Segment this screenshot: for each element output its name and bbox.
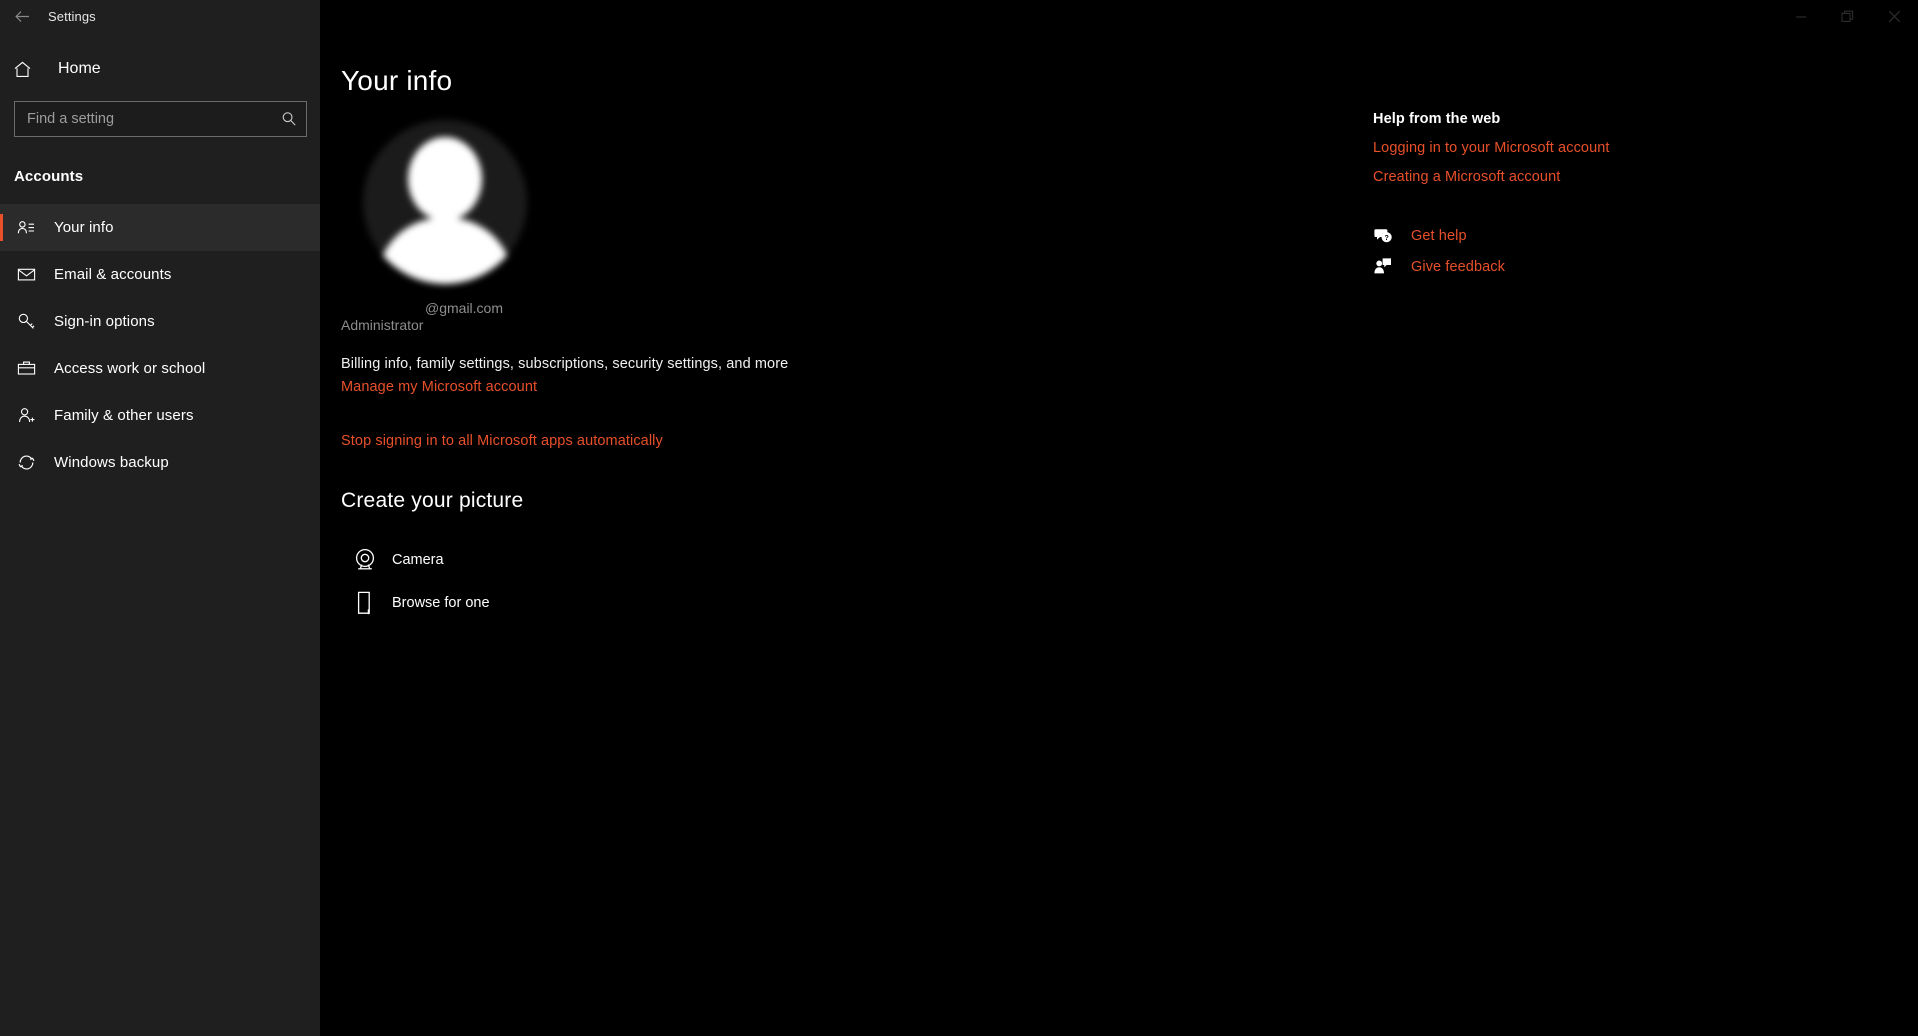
feedback-person-icon: [1373, 257, 1399, 276]
manage-microsoft-account-link[interactable]: Manage my Microsoft account: [341, 379, 537, 395]
avatar-shoulders: [377, 218, 513, 284]
picture-option-browse[interactable]: Browse for one: [347, 581, 1918, 624]
sidebar-item-family-other-users[interactable]: Family & other users: [0, 392, 320, 439]
sidebar-item-label: Your info: [54, 219, 114, 236]
picture-options-list: Camera Browse for one: [341, 538, 1918, 624]
help-actions: ? Get help Give feedback: [1373, 220, 1918, 282]
sidebar-home-label: Home: [58, 60, 101, 77]
home-icon: [13, 60, 43, 79]
account-role: Administrator: [341, 317, 424, 333]
create-your-picture-title: Create your picture: [341, 489, 524, 512]
title-bar-left: Settings: [0, 0, 320, 33]
sidebar-item-email-accounts[interactable]: Email & accounts: [0, 251, 320, 298]
get-help-action[interactable]: ? Get help: [1373, 220, 1918, 251]
settings-window: Settings Home Find a setting Accounts Yo…: [0, 0, 1918, 1036]
help-link-logging-in[interactable]: Logging in to your Microsoft account: [1373, 140, 1918, 156]
sidebar-item-home[interactable]: Home: [0, 49, 320, 89]
folder-browse-icon: [347, 589, 383, 617]
picture-option-camera[interactable]: Camera: [347, 538, 1918, 581]
search-box[interactable]: [14, 101, 307, 137]
minimize-icon[interactable]: [1777, 0, 1824, 33]
account-email: @gmail.com: [425, 300, 504, 316]
selection-indicator: [0, 214, 3, 241]
search-input[interactable]: [27, 111, 281, 127]
back-arrow-icon[interactable]: [0, 0, 45, 33]
person-add-icon: [14, 406, 38, 425]
picture-option-label: Camera: [392, 551, 444, 568]
title-bar-drag-area: [320, 0, 1777, 33]
sidebar-nav-list: Your info Email & accounts Sign-in optio…: [0, 204, 320, 486]
svg-text:?: ?: [1384, 235, 1388, 242]
help-action-label: Get help: [1411, 227, 1467, 244]
sidebar-item-label: Access work or school: [54, 360, 206, 377]
sidebar-item-access-work-school[interactable]: Access work or school: [0, 345, 320, 392]
key-icon: [14, 312, 38, 331]
billing-description: Billing info, family settings, subscript…: [341, 356, 789, 372]
sidebar-item-windows-backup[interactable]: Windows backup: [0, 439, 320, 486]
sidebar-item-label: Windows backup: [54, 454, 169, 471]
briefcase-icon: [14, 359, 38, 378]
main-content: Your info @gmail.com Administrator Billi…: [320, 33, 1918, 1036]
user-card-icon: [14, 219, 38, 237]
give-feedback-action[interactable]: Give feedback: [1373, 251, 1918, 282]
help-panel: Help from the web Logging in to your Mic…: [1350, 33, 1918, 282]
sidebar-category-title: Accounts: [14, 168, 84, 185]
avatar-head: [408, 137, 482, 221]
question-chat-icon: ?: [1373, 226, 1399, 245]
sidebar-item-sign-in-options[interactable]: Sign-in options: [0, 298, 320, 345]
camera-icon: [347, 546, 383, 574]
close-icon[interactable]: [1871, 0, 1918, 33]
window-controls: [1777, 0, 1918, 33]
mail-icon: [14, 265, 38, 284]
default-account-picture[interactable]: [363, 120, 527, 284]
search-icon[interactable]: [281, 111, 297, 127]
help-panel-title: Help from the web: [1373, 111, 1501, 127]
sidebar: Home Accounts: [0, 33, 320, 1036]
picture-option-label: Browse for one: [392, 594, 490, 611]
sidebar-item-label: Family & other users: [54, 407, 194, 424]
restore-icon[interactable]: [1824, 0, 1871, 33]
sync-refresh-icon: [14, 453, 38, 472]
help-link-creating-account[interactable]: Creating a Microsoft account: [1373, 169, 1918, 185]
sidebar-item-your-info[interactable]: Your info: [0, 204, 320, 251]
help-action-label: Give feedback: [1411, 258, 1505, 275]
sidebar-item-label: Email & accounts: [54, 266, 172, 283]
window-body: Home Accounts: [0, 33, 1918, 1036]
sidebar-item-label: Sign-in options: [54, 313, 155, 330]
stop-signing-in-link[interactable]: Stop signing in to all Microsoft apps au…: [341, 433, 663, 449]
title-bar: Settings: [0, 0, 1918, 33]
window-title: Settings: [48, 9, 96, 24]
